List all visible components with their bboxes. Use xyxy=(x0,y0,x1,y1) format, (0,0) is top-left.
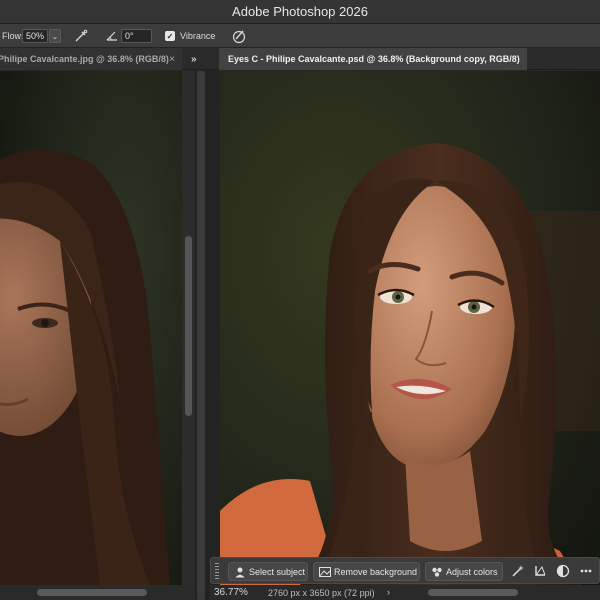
angle-value: 0° xyxy=(125,31,134,41)
horizontal-scroll-thumb[interactable] xyxy=(428,589,518,596)
panel-divider[interactable] xyxy=(195,71,220,600)
adjustment-layer-icon[interactable] xyxy=(556,564,570,578)
magic-wand-icon[interactable] xyxy=(511,564,525,578)
status-bar: 36.77% 2760 px x 3650 px (72 ppi) › xyxy=(210,585,600,600)
options-bar: Flow: 50% ⌄ 0° ✓ Vibrance xyxy=(0,24,600,48)
divider-handle[interactable] xyxy=(197,71,205,600)
crop-transform-icon[interactable] xyxy=(533,564,547,578)
image-icon xyxy=(319,567,331,577)
flow-dropdown-button[interactable]: ⌄ xyxy=(49,29,61,43)
canvas-right[interactable] xyxy=(220,71,600,585)
document-tabs: Philipe Cavalcante.jpg @ 36.8% (RGB/8) ×… xyxy=(0,48,600,70)
scroll-thumb[interactable] xyxy=(185,236,192,416)
tab-label-active: Eyes C - Philipe Cavalcante.psd @ 36.8% … xyxy=(228,54,520,64)
contextual-task-bar: Select subject Remove background Adjust … xyxy=(210,557,600,584)
drag-handle-icon[interactable] xyxy=(215,563,219,580)
zoom-level[interactable]: 36.77% xyxy=(214,587,248,598)
select-subject-label: Select subject xyxy=(249,566,306,577)
tab-overflow-icon[interactable]: » xyxy=(191,48,197,70)
vibrance-checkbox[interactable]: ✓ xyxy=(165,31,175,41)
tab-philipe-cavalcante-jpg[interactable]: Philipe Cavalcante.jpg @ 36.8% (RGB/8) × xyxy=(0,48,182,70)
more-options-icon[interactable] xyxy=(579,564,593,578)
chevron-right-icon[interactable]: › xyxy=(387,587,390,597)
flow-field[interactable]: 50% xyxy=(22,29,48,43)
portrait-photo-right xyxy=(220,71,600,585)
flow-value: 50% xyxy=(26,31,45,41)
tab-eyes-c-psd[interactable]: Eyes C - Philipe Cavalcante.psd @ 36.8% … xyxy=(219,48,527,70)
left-horizontal-scrollbar[interactable] xyxy=(0,585,195,600)
angle-icon xyxy=(105,24,119,48)
canvas-left[interactable] xyxy=(0,71,182,585)
flow-label: Flow: xyxy=(2,31,24,41)
scroll-thumb[interactable] xyxy=(37,589,147,596)
app-title: Adobe Photoshop 2026 xyxy=(232,4,368,19)
remove-background-button[interactable]: Remove background xyxy=(313,562,420,581)
tab-label: Philipe Cavalcante.jpg @ 36.8% (RGB/8) xyxy=(0,54,169,64)
airbrush-icon[interactable] xyxy=(73,24,89,48)
close-icon[interactable]: × xyxy=(169,54,175,65)
document-dimensions: 2760 px x 3650 px (72 ppi) xyxy=(268,588,375,598)
person-icon xyxy=(235,567,245,578)
remove-background-label: Remove background xyxy=(334,566,418,577)
pressure-icon[interactable] xyxy=(231,24,247,48)
angle-field[interactable]: 0° xyxy=(121,29,152,43)
portrait-photo-left xyxy=(0,71,182,585)
adjust-colors-label: Adjust colors xyxy=(446,566,498,577)
title-bar: Adobe Photoshop 2026 xyxy=(0,0,600,24)
adjust-colors-button[interactable]: Adjust colors xyxy=(425,562,503,581)
left-vertical-scrollbar[interactable] xyxy=(182,71,195,585)
select-subject-button[interactable]: Select subject xyxy=(228,562,308,581)
color-dots-icon xyxy=(432,567,442,577)
vibrance-label: Vibrance xyxy=(180,31,216,41)
